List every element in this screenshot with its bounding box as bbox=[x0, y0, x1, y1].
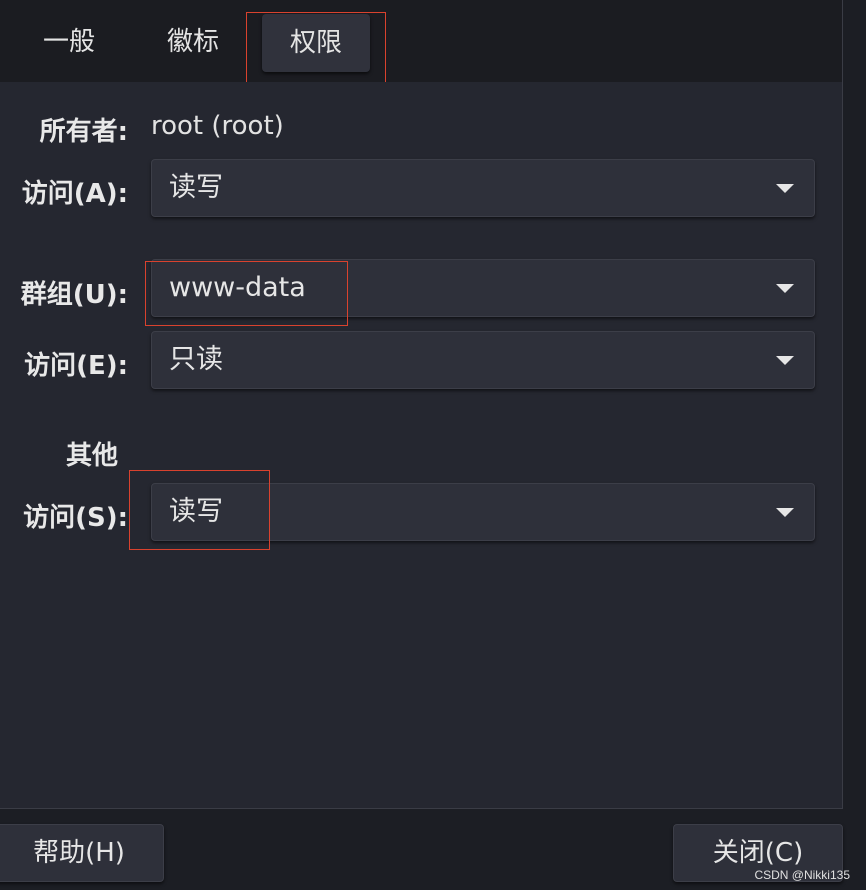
group-value: www-data bbox=[169, 272, 306, 303]
others-access-value: 读写 bbox=[169, 496, 223, 527]
dropdown-arrow-icon bbox=[776, 508, 794, 517]
others-heading: 其他 bbox=[66, 441, 119, 471]
group-access-dropdown[interactable]: 只读 bbox=[151, 331, 815, 389]
properties-window: 一般 徽标 权限 所有者: root (root) 访问(A): 读写 群组(U… bbox=[0, 0, 866, 890]
dropdown-arrow-icon bbox=[776, 284, 794, 293]
owner-access-value: 读写 bbox=[169, 172, 223, 203]
tab-permissions[interactable]: 权限 bbox=[262, 14, 370, 72]
dropdown-arrow-icon bbox=[776, 356, 794, 365]
help-button[interactable]: 帮助(H) bbox=[0, 824, 164, 882]
tab-bar: 一般 徽标 权限 bbox=[0, 0, 843, 82]
owner-value: root (root) bbox=[151, 111, 284, 141]
group-label: 群组(U): bbox=[20, 280, 128, 310]
group-access-value: 只读 bbox=[169, 344, 223, 375]
owner-access-dropdown[interactable]: 读写 bbox=[151, 159, 815, 217]
tab-general[interactable]: 一般 bbox=[24, 10, 114, 74]
group-access-label: 访问(E): bbox=[24, 351, 128, 381]
owner-access-label: 访问(A): bbox=[21, 179, 128, 209]
watermark: CSDN @Nikki135 bbox=[754, 868, 850, 882]
owner-label: 所有者: bbox=[39, 117, 128, 147]
others-access-dropdown[interactable]: 读写 bbox=[151, 483, 815, 541]
tab-emblem[interactable]: 徽标 bbox=[148, 10, 238, 74]
others-access-label: 访问(S): bbox=[23, 503, 128, 533]
group-dropdown[interactable]: www-data bbox=[151, 259, 815, 317]
dropdown-arrow-icon bbox=[776, 184, 794, 193]
